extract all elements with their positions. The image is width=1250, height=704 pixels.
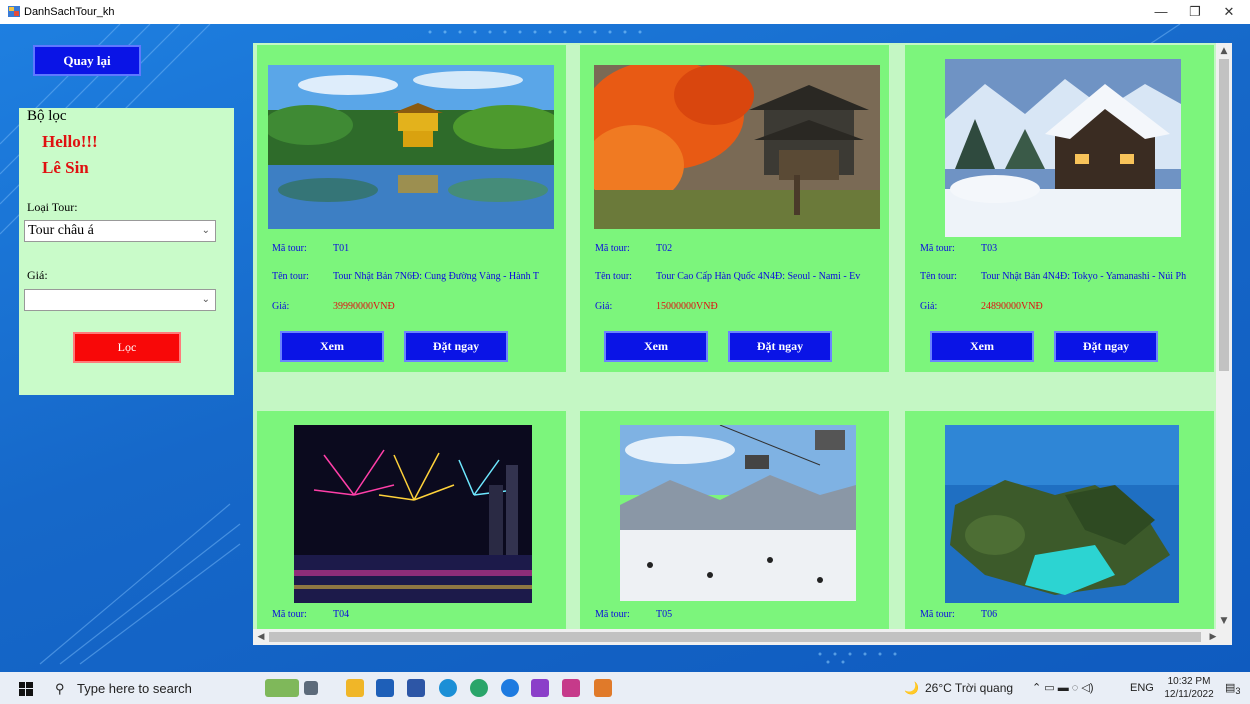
tour-name-label: Tên tour:	[920, 271, 957, 282]
tour-name: Tour Nhật Bản 7N6Đ: Cung Đường Vàng - Hà…	[333, 271, 540, 282]
tour-code: T02	[656, 243, 673, 254]
app-icon	[8, 6, 20, 17]
user-name: Lê Sin	[42, 158, 89, 177]
tour-code-label: Mã tour:	[272, 243, 307, 254]
view-button[interactable]: Xem	[604, 331, 708, 362]
tour-code-label: Mã tour:	[920, 243, 955, 254]
tour-image	[945, 425, 1179, 603]
search-icon: ⚲	[55, 681, 65, 696]
filter-button[interactable]: Lọc	[73, 332, 181, 363]
tour-name-label: Tên tour:	[595, 271, 632, 282]
visual-studio-icon[interactable]	[531, 679, 549, 697]
taskbar: ⚲ Type here to search 🌙 26°C Trời quang …	[0, 672, 1250, 704]
edge-icon[interactable]	[439, 679, 457, 697]
tour-price-label: Giá:	[272, 301, 290, 312]
system-tray-icons[interactable]: ⌃ ▭ ▬ ◌ ◁)	[1032, 672, 1094, 704]
minimize-button[interactable]: —	[1146, 0, 1176, 24]
tour-image	[294, 425, 532, 603]
vertical-scrollbar[interactable]: ▲ ▼	[1216, 43, 1232, 629]
tour-code-label: Mã tour:	[595, 243, 630, 254]
tour-card: Mã tour: T01 Tên tour: Tour Nhật Bản 7N6…	[257, 45, 566, 372]
task-view-icon[interactable]	[304, 681, 318, 695]
chevron-right-icon[interactable]: ▶	[1205, 629, 1221, 645]
mail-icon[interactable]	[376, 679, 394, 697]
horizontal-scrollbar[interactable]: ◀ ▶	[253, 629, 1232, 645]
view-button[interactable]: Xem	[930, 331, 1034, 362]
clock-time: 10:32 PM	[1167, 676, 1211, 687]
search-placeholder: Type here to search	[77, 681, 192, 696]
tour-type-label: Loại Tour:	[27, 200, 78, 214]
book-now-button[interactable]: Đặt ngay	[404, 331, 508, 362]
chevron-down-icon: ⌄	[201, 225, 210, 236]
form-client-area: Quay lại Bộ lọc Hello!!! Lê Sin Loại Tou…	[0, 24, 1250, 672]
tour-price-label: Giá:	[920, 301, 938, 312]
windows-start-icon[interactable]	[19, 682, 33, 696]
tour-code: T05	[656, 609, 673, 620]
tour-code-label: Mã tour:	[595, 609, 630, 620]
tour-price-label: Giá:	[595, 301, 613, 312]
view-button[interactable]: Xem	[280, 331, 384, 362]
tour-card: Mã tour: T04	[257, 411, 566, 629]
clock[interactable]: 10:32 PM 12/11/2022	[1158, 675, 1220, 701]
notification-icon[interactable]: ▤3	[1225, 672, 1241, 704]
tour-price: 39990000VNĐ	[333, 301, 395, 312]
scrollbar-thumb[interactable]	[269, 632, 1201, 642]
tour-name-label: Tên tour:	[272, 271, 309, 282]
window-title: DanhSachTour_kh	[24, 6, 115, 18]
tour-code: T01	[333, 243, 350, 254]
filter-title: Bộ lọc	[27, 108, 67, 124]
price-label: Giá:	[27, 268, 48, 282]
greeting-text: Hello!!!	[42, 132, 98, 151]
tour-price: 15000000VNĐ	[656, 301, 718, 312]
taskbar-search[interactable]: ⚲ Type here to search	[47, 678, 247, 700]
winforms-app-icon[interactable]	[594, 679, 612, 697]
title-bar: DanhSachTour_kh — ❐ ✕	[0, 0, 1250, 24]
tour-code: T04	[333, 609, 350, 620]
file-explorer-icon[interactable]	[346, 679, 364, 697]
book-now-button[interactable]: Đặt ngay	[1054, 331, 1158, 362]
back-button[interactable]: Quay lại	[33, 45, 141, 76]
tour-list-panel[interactable]: Mã tour: T01 Tên tour: Tour Nhật Bản 7N6…	[253, 43, 1216, 629]
price-select[interactable]: ⌄	[24, 289, 216, 311]
chevron-up-icon[interactable]: ▲	[1216, 43, 1232, 59]
clock-date: 12/11/2022	[1164, 689, 1214, 700]
tour-image	[268, 65, 554, 229]
book-now-button[interactable]: Đặt ngay	[728, 331, 832, 362]
tour-name: Tour Cao Cấp Hàn Quốc 4N4Đ: Seoul - Nami…	[656, 271, 861, 282]
visual-studio-alt-icon[interactable]	[562, 679, 580, 697]
chevron-down-icon[interactable]: ▼	[1216, 613, 1232, 629]
tour-name: Tour Nhật Bản 4N4Đ: Tokyo - Yamanashi - …	[981, 271, 1187, 282]
chrome-icon[interactable]	[470, 679, 488, 697]
tour-image	[945, 59, 1181, 237]
tour-image	[620, 425, 856, 601]
tour-code-label: Mã tour:	[272, 609, 307, 620]
landscape-widget-icon[interactable]	[265, 679, 299, 697]
tour-image	[594, 65, 880, 229]
tour-card: Mã tour: T05	[580, 411, 889, 629]
tour-code-label: Mã tour:	[920, 609, 955, 620]
app-icon[interactable]	[407, 679, 425, 697]
tour-card: Mã tour: T03 Tên tour: Tour Nhật Bản 4N4…	[905, 45, 1214, 372]
tour-price: 24890000VNĐ	[981, 301, 1043, 312]
chevron-down-icon: ⌄	[201, 294, 210, 305]
tour-code: T06	[981, 609, 998, 620]
maximize-button[interactable]: ❐	[1180, 0, 1210, 24]
scrollbar-thumb[interactable]	[1219, 59, 1229, 371]
tour-code: T03	[981, 243, 998, 254]
tour-type-value: Tour châu á	[28, 223, 94, 238]
tour-card: Mã tour: T06	[905, 411, 1214, 629]
close-button[interactable]: ✕	[1214, 0, 1244, 24]
weather-icon[interactable]: 🌙	[904, 672, 919, 704]
tour-type-select[interactable]: Tour châu á ⌄	[24, 220, 216, 242]
zalo-icon[interactable]	[501, 679, 519, 697]
language-indicator[interactable]: ENG	[1130, 672, 1154, 704]
notification-count: 3	[1235, 686, 1241, 697]
tour-card: Mã tour: T02 Tên tour: Tour Cao Cấp Hàn …	[580, 45, 889, 372]
weather-text[interactable]: 26°C Trời quang	[925, 672, 1013, 704]
filter-panel: Bộ lọc Hello!!! Lê Sin Loại Tour: Tour c…	[19, 108, 234, 395]
chevron-left-icon[interactable]: ◀	[253, 629, 269, 645]
